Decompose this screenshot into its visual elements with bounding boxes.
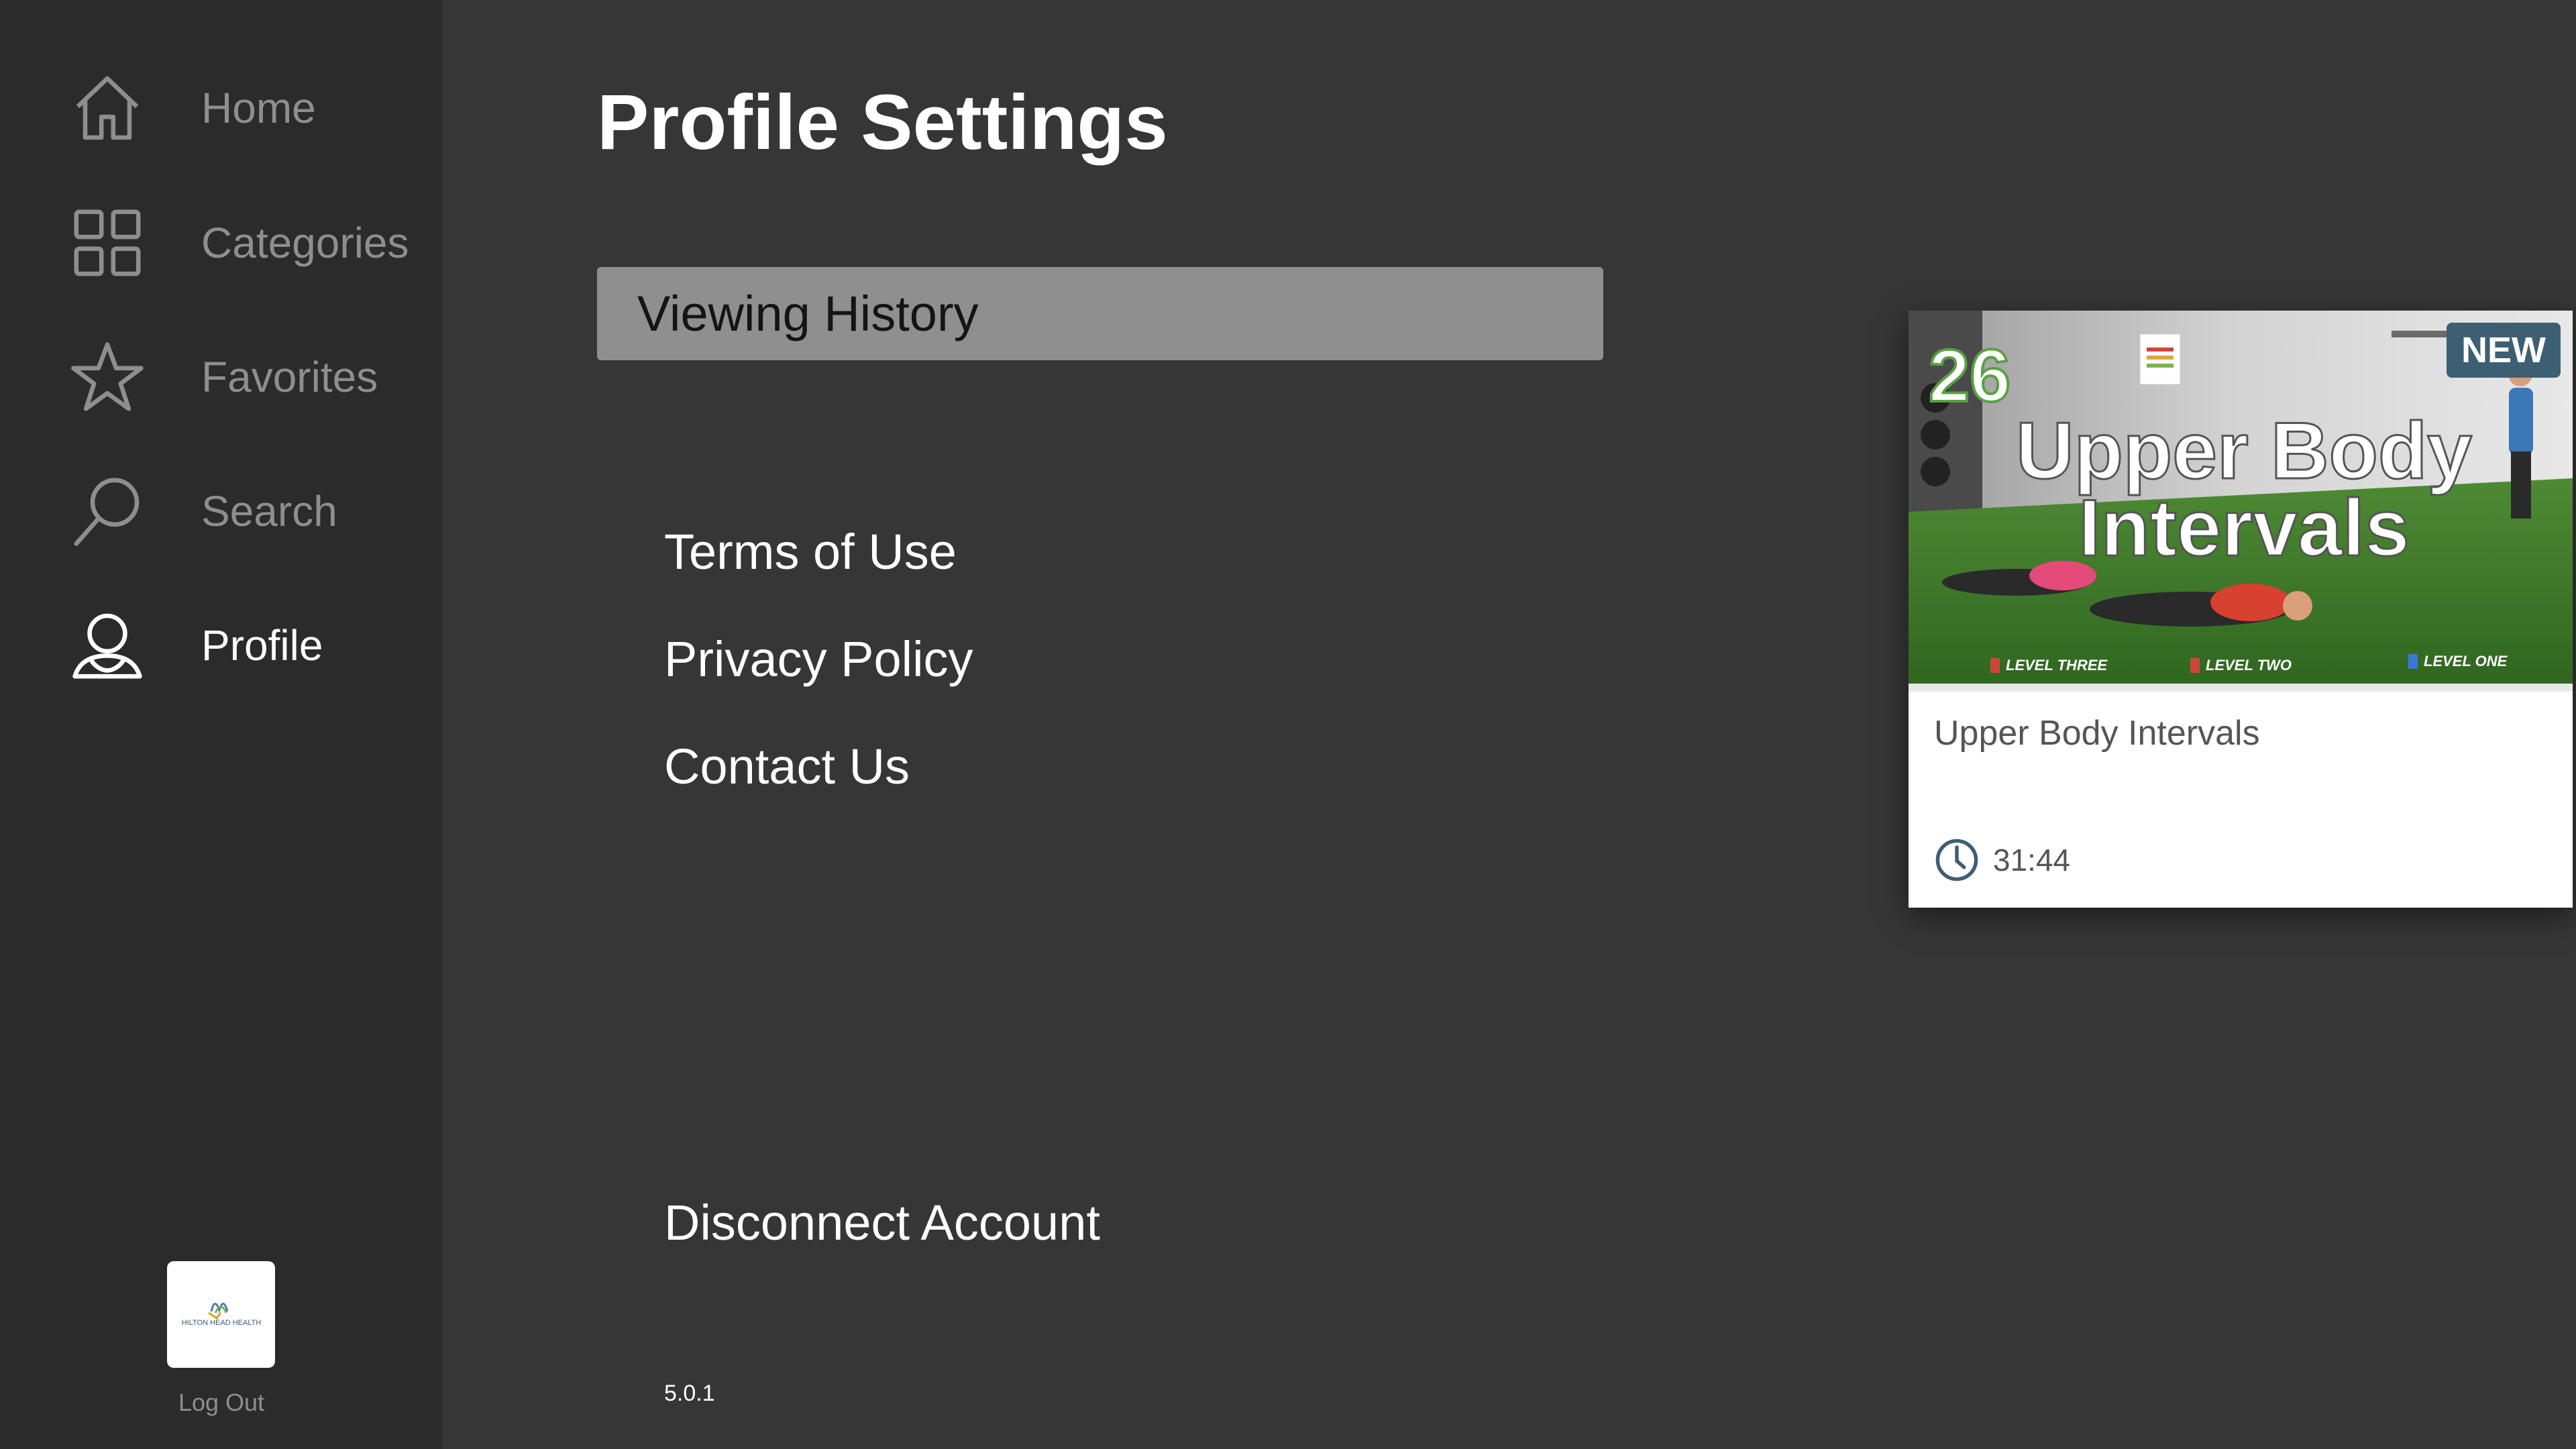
profile-icon — [67, 605, 148, 686]
logo-mark: HILTON HEAD HEALTH — [181, 1302, 261, 1327]
viewing-history-button[interactable]: Viewing History — [597, 267, 1603, 360]
disconnect-account-button[interactable]: Disconnect Account — [664, 1194, 1100, 1251]
contact-us-link[interactable]: Contact Us — [664, 738, 910, 795]
grid-icon — [67, 203, 148, 283]
duration-text: 31:44 — [1993, 843, 2071, 877]
level-two-label: LEVEL TWO — [2206, 657, 2292, 674]
svg-text:HILTON HEAD HEALTH: HILTON HEAD HEALTH — [181, 1319, 261, 1327]
level-three-label: LEVEL THREE — [2006, 657, 2108, 674]
sidebar-item-categories[interactable]: Categories — [67, 199, 429, 286]
sidebar-item-label: Home — [201, 84, 316, 132]
sidebar-item-search[interactable]: Search — [67, 468, 429, 555]
terms-of-use-link[interactable]: Terms of Use — [664, 523, 957, 580]
sidebar-item-label: Profile — [201, 621, 323, 669]
level-one-label: LEVEL ONE — [2424, 653, 2508, 669]
sidebar-item-label: Search — [201, 487, 337, 535]
logout-link[interactable]: Log Out — [154, 1389, 288, 1417]
sidebar-item-label: Categories — [201, 219, 409, 267]
sidebar-item-profile[interactable]: Profile — [67, 602, 429, 689]
app-version: 5.0.1 — [664, 1381, 715, 1406]
thumb-title-line1: Upper Body — [2016, 406, 2472, 496]
card-title: Upper Body Intervals — [1934, 714, 2260, 753]
video-thumbnail: 26 Upper Body Intervals LEVEL THREE LEVE… — [1909, 311, 2573, 692]
clock-icon — [1935, 839, 1978, 881]
thumb-number: 26 — [1929, 335, 2010, 417]
star-icon — [67, 337, 148, 417]
search-icon — [67, 471, 148, 551]
sidebar-item-home[interactable]: Home — [67, 64, 429, 152]
card-duration: 31:44 — [1934, 837, 2070, 883]
sidebar-item-favorites[interactable]: Favorites — [67, 333, 429, 421]
home-icon — [67, 68, 148, 148]
thumb-title-line2: Intervals — [2078, 483, 2410, 573]
video-card[interactable]: 26 Upper Body Intervals LEVEL THREE LEVE… — [1909, 311, 2573, 908]
brand-logo: HILTON HEAD HEALTH — [167, 1261, 275, 1368]
new-badge: NEW — [2447, 323, 2561, 378]
privacy-policy-link[interactable]: Privacy Policy — [664, 631, 973, 688]
page-title: Profile Settings — [597, 78, 1168, 166]
sidebar: Home Categories Favorites Search Profile… — [0, 0, 442, 1449]
viewing-history-label: Viewing History — [637, 286, 979, 341]
sidebar-item-label: Favorites — [201, 353, 378, 401]
